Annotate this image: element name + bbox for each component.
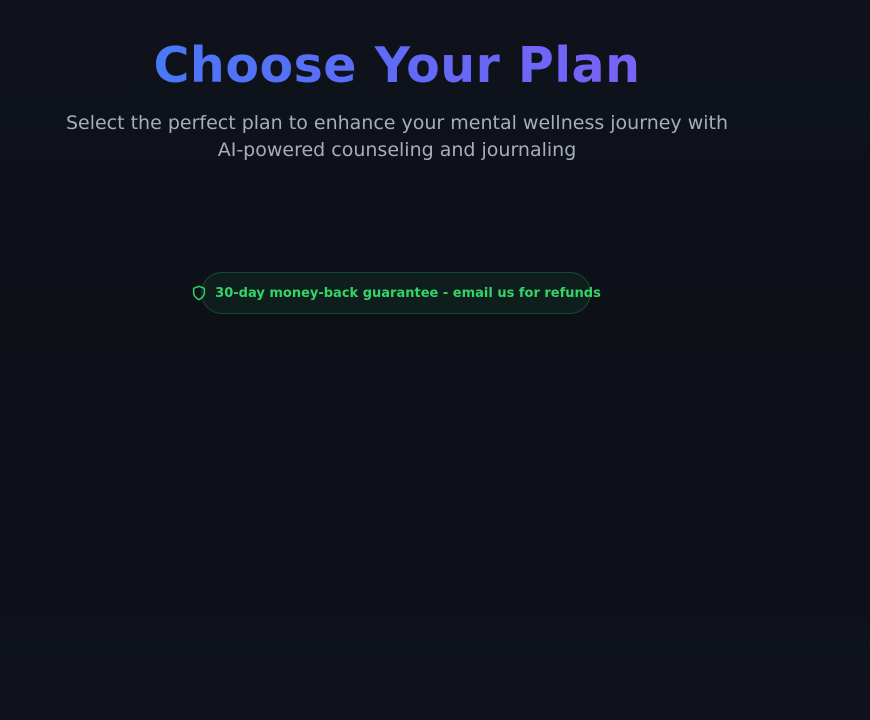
money-back-guarantee-badge: 30-day money-back guarantee - email us f… xyxy=(193,272,601,314)
pricing-page: Choose Your Plan Select the perfect plan… xyxy=(0,0,870,720)
shield-icon xyxy=(191,285,207,301)
page-title: Choose Your Plan xyxy=(0,36,794,96)
guarantee-text: 30-day money-back guarantee - email us f… xyxy=(215,285,601,301)
page-subtitle: Select the perfect plan to enhance your … xyxy=(65,112,729,161)
